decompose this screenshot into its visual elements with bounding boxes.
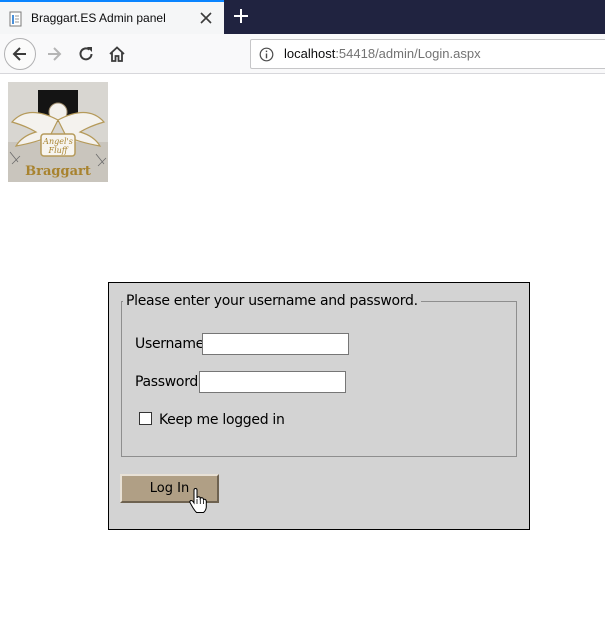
username-label: Username: [135,336,209,352]
url-host: localhost [284,46,336,61]
login-panel: Please enter your username and password.… [108,282,530,530]
arrow-left-icon [12,47,26,61]
login-legend: Please enter your username and password. [123,293,421,309]
username-field[interactable] [202,333,349,355]
browser-tab[interactable]: Braggart.ES Admin panel [0,0,224,34]
nav-toolbar: localhost:54418/admin/Login.aspx [0,34,605,74]
url-path: :54418/admin/Login.aspx [335,46,481,61]
home-button[interactable] [101,38,133,70]
remember-me-label[interactable]: Keep me logged in [159,412,285,428]
braggart-logo: Angel's Fluff Braggart [8,82,108,182]
svg-text:Fluff: Fluff [48,146,69,155]
address-bar[interactable]: localhost:54418/admin/Login.aspx [250,39,605,69]
remember-me-checkbox[interactable] [139,412,152,425]
url-text: localhost:54418/admin/Login.aspx [284,46,481,61]
password-field[interactable] [199,371,346,393]
plus-icon[interactable] [230,5,252,27]
reload-icon [79,47,93,61]
reload-button[interactable] [70,38,102,70]
forward-button[interactable] [38,38,70,70]
arrow-right-icon [48,47,62,61]
svg-text:Angel's: Angel's [42,137,73,146]
back-button[interactable] [4,38,36,70]
password-label: Password: [135,374,203,390]
tab-title: Braggart.ES Admin panel [31,11,166,25]
home-icon [109,46,125,62]
svg-text:Braggart: Braggart [25,164,91,179]
hand-cursor-icon [189,488,207,513]
close-icon[interactable] [197,9,215,27]
page-icon [9,11,22,27]
info-icon[interactable] [259,47,274,62]
tab-strip: Braggart.ES Admin panel [0,0,605,34]
